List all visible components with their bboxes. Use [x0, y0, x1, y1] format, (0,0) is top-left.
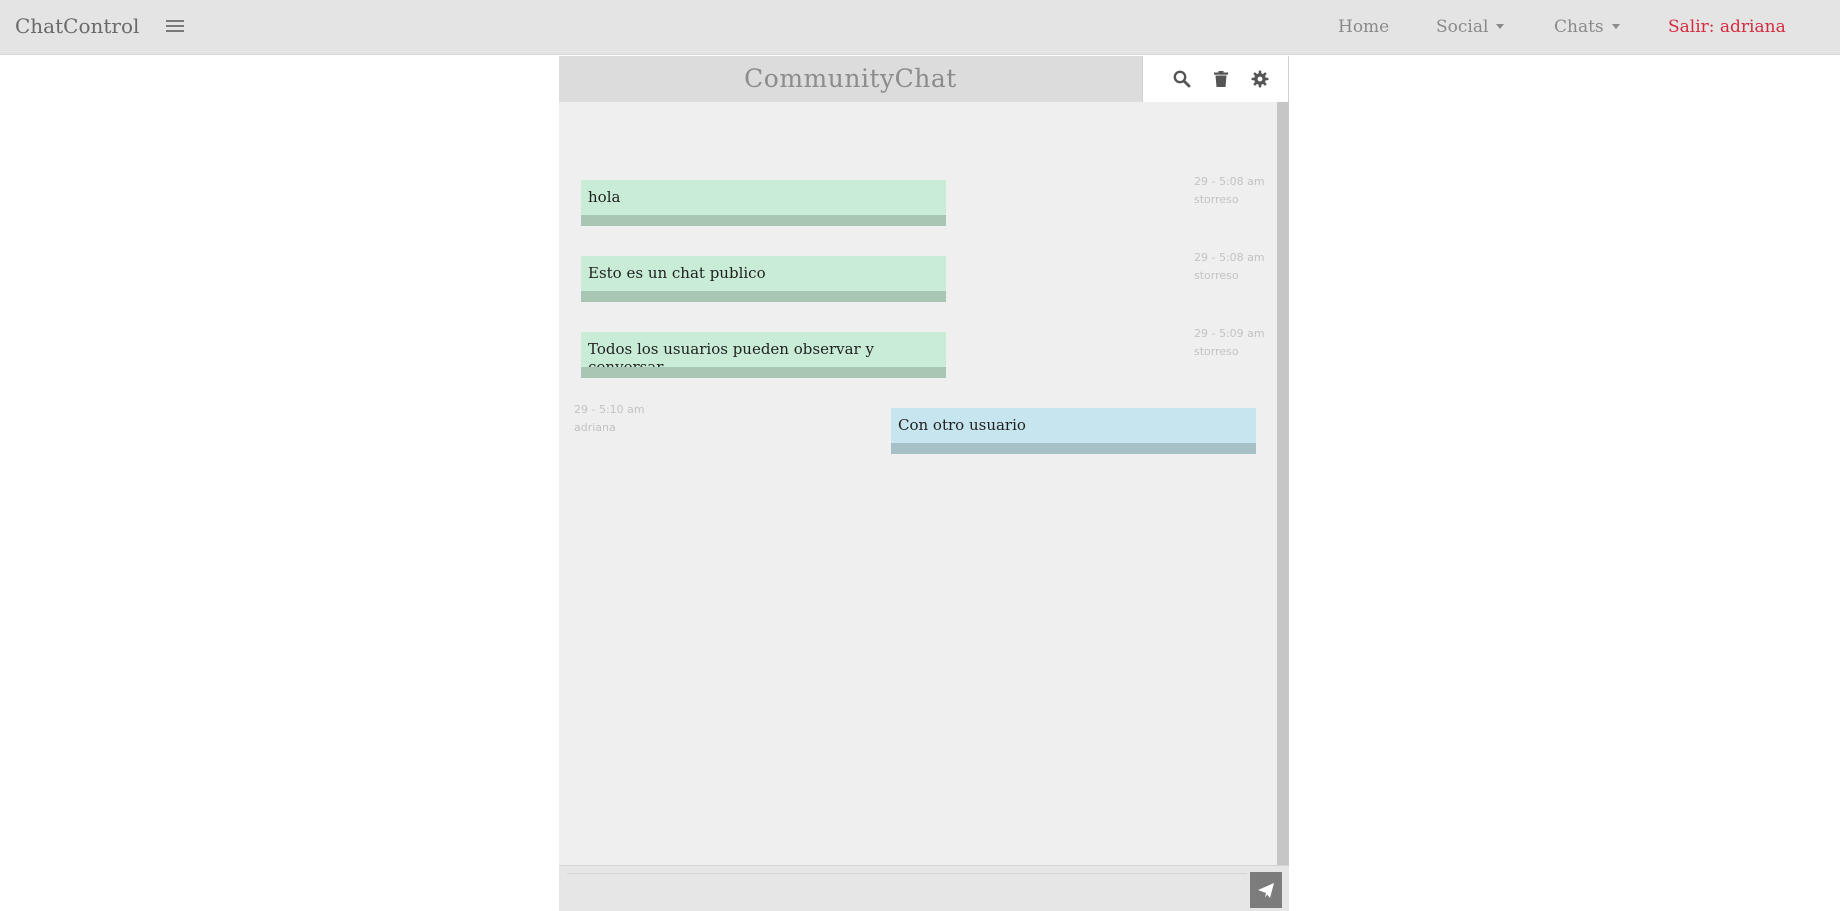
caret-down-icon [1496, 24, 1505, 29]
bubble-footer [891, 443, 1256, 454]
message-text: hola [588, 188, 621, 206]
gear-icon[interactable] [1250, 69, 1270, 89]
message-text: Con otro usuario [898, 416, 1026, 434]
message-meta: 29 - 5:10 am adriana [574, 401, 645, 437]
message-meta: 29 - 5:08 am storreso [1194, 249, 1265, 285]
top-navbar: ChatControl Home Social Chats Salir: adr… [0, 0, 1840, 55]
caret-down-icon [1611, 24, 1620, 29]
trash-icon[interactable] [1211, 69, 1231, 89]
chat-title: CommunityChat [744, 64, 957, 93]
message-text: Esto es un chat publico [588, 264, 766, 282]
message-bubble: hola [581, 180, 946, 226]
bubble-footer [581, 291, 946, 302]
hamburger-menu-icon[interactable] [166, 17, 184, 37]
brand-logo[interactable]: ChatControl [15, 14, 139, 38]
chat-header: CommunityChat [559, 56, 1289, 102]
message-time: 29 - 5:08 am [1194, 175, 1265, 188]
paper-plane-icon [1258, 883, 1274, 898]
nav-chats-dropdown[interactable]: Chats [1554, 17, 1620, 37]
search-icon[interactable] [1172, 69, 1192, 89]
nav-home-link[interactable]: Home [1338, 17, 1389, 37]
message-scrollbar[interactable] [1277, 102, 1289, 911]
chat-panel: CommunityChat hola 29 - 5:08 am storreso… [559, 56, 1289, 911]
message-list[interactable]: hola 29 - 5:08 am storreso Esto es un ch… [559, 102, 1277, 911]
message-user: storreso [1194, 193, 1239, 206]
message-user: storreso [1194, 345, 1239, 358]
message-meta: 29 - 5:08 am storreso [1194, 173, 1265, 209]
logout-link[interactable]: Salir: adriana [1668, 17, 1786, 37]
message-bubble: Con otro usuario [891, 408, 1256, 454]
message-bubble: Todos los usuarios pueden observar y con… [581, 332, 946, 378]
message-input[interactable] [567, 873, 1247, 907]
message-user: adriana [574, 421, 616, 434]
nav-social-dropdown[interactable]: Social [1436, 17, 1505, 37]
bubble-footer [581, 215, 946, 226]
message-composer [559, 865, 1289, 911]
message-bubble: Esto es un chat publico [581, 256, 946, 302]
message-meta: 29 - 5:09 am storreso [1194, 325, 1265, 361]
chat-toolbar [1142, 56, 1289, 102]
message-time: 29 - 5:10 am [574, 403, 645, 416]
message-time: 29 - 5:09 am [1194, 327, 1265, 340]
message-user: storreso [1194, 269, 1239, 282]
nav-chats-label: Chats [1554, 17, 1604, 37]
send-button[interactable] [1250, 872, 1282, 908]
message-time: 29 - 5:08 am [1194, 251, 1265, 264]
bubble-footer [581, 367, 946, 378]
nav-social-label: Social [1436, 17, 1489, 37]
